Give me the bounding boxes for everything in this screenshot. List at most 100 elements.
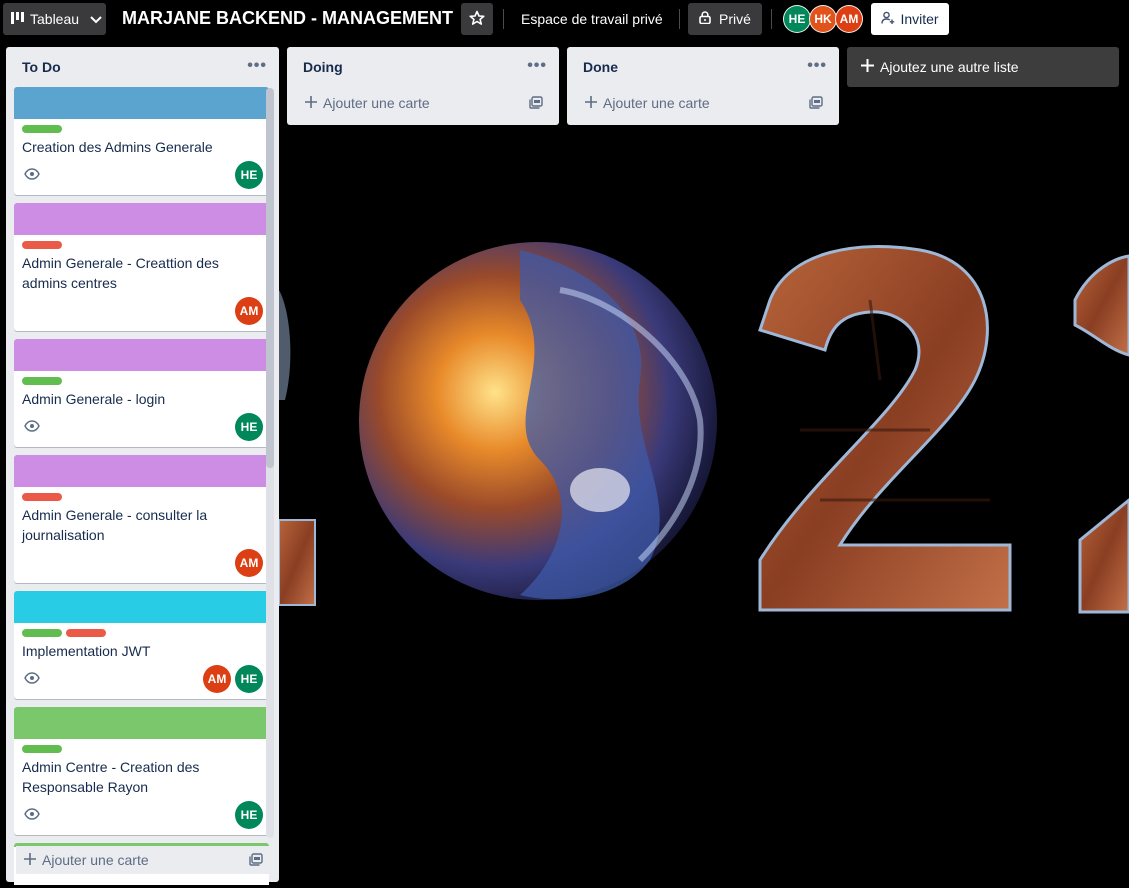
add-card-label: Ajouter une carte bbox=[603, 95, 710, 111]
add-card-label: Ajouter une carte bbox=[323, 95, 430, 111]
card-labels bbox=[22, 745, 62, 753]
avatar[interactable]: AM bbox=[235, 297, 263, 325]
label-green[interactable] bbox=[22, 125, 62, 133]
add-list-button[interactable]: Ajoutez une autre liste bbox=[847, 47, 1119, 87]
more-horizontal-icon[interactable]: ••• bbox=[527, 58, 547, 74]
avatar[interactable]: HE bbox=[783, 5, 811, 33]
plus-icon bbox=[305, 95, 317, 111]
card-labels bbox=[22, 125, 62, 133]
list-header[interactable]: Doing ••• bbox=[287, 47, 559, 87]
more-horizontal-icon[interactable]: ••• bbox=[247, 58, 267, 74]
card-cover bbox=[14, 87, 269, 119]
board-switcher-button[interactable]: Tableau bbox=[3, 3, 106, 35]
card-members: AM bbox=[235, 549, 263, 577]
card[interactable]: Admin Centre - Creation des Responsable … bbox=[14, 707, 269, 835]
label-green[interactable] bbox=[22, 745, 62, 753]
avatar[interactable]: AM bbox=[835, 5, 863, 33]
card-labels bbox=[22, 377, 62, 385]
workspace-label: Espace de travail privé bbox=[521, 11, 663, 27]
label-red[interactable] bbox=[22, 241, 62, 249]
plus-icon bbox=[861, 59, 874, 75]
star-icon bbox=[469, 10, 485, 29]
card[interactable]: Admin Generale - consulter la journalisa… bbox=[14, 455, 269, 583]
card-template-icon[interactable] bbox=[529, 96, 543, 112]
workspace-button[interactable]: Espace de travail privé bbox=[510, 3, 674, 35]
avatar[interactable]: AM bbox=[235, 549, 263, 577]
list-header[interactable]: To Do ••• bbox=[6, 47, 279, 87]
card-labels bbox=[22, 493, 62, 501]
board-switcher-label: Tableau bbox=[30, 11, 80, 27]
card[interactable]: Admin Generale - Creattion des admins ce… bbox=[14, 203, 269, 331]
card-labels bbox=[22, 629, 106, 637]
label-red[interactable] bbox=[66, 629, 106, 637]
add-card-button[interactable]: Ajouter une carte bbox=[16, 846, 269, 874]
visibility-label: Privé bbox=[719, 11, 751, 27]
list-header[interactable]: Done ••• bbox=[567, 47, 839, 87]
chevron-down-icon bbox=[90, 11, 102, 27]
avatar[interactable]: HE bbox=[235, 161, 263, 189]
card-labels bbox=[22, 241, 62, 249]
list-scrollbar[interactable] bbox=[266, 88, 274, 838]
board-header: Tableau MARJANE BACKEND - MANAGEMENT Esp… bbox=[0, 0, 1129, 38]
star-button[interactable] bbox=[461, 3, 493, 35]
avatar[interactable]: HE bbox=[235, 665, 263, 693]
add-card-button[interactable]: Ajouter une carte bbox=[297, 89, 549, 117]
card-title: Creation des Admins Generale bbox=[22, 139, 213, 155]
card[interactable]: Implementation JWT AM HE bbox=[14, 591, 269, 699]
avatar[interactable]: HK bbox=[809, 5, 837, 33]
plus-icon bbox=[585, 95, 597, 111]
invite-button[interactable]: Inviter bbox=[871, 3, 949, 35]
header-divider bbox=[771, 9, 772, 29]
more-horizontal-icon[interactable]: ••• bbox=[807, 58, 827, 74]
card[interactable]: Creation des Admins Generale HE bbox=[14, 87, 269, 195]
label-green[interactable] bbox=[22, 377, 62, 385]
header-divider bbox=[503, 9, 504, 29]
add-card-label: Ajouter une carte bbox=[42, 852, 149, 868]
scrollbar-thumb[interactable] bbox=[266, 88, 274, 468]
card-title: Admin Generale - consulter la journalisa… bbox=[22, 507, 208, 543]
card-list: Creation des Admins Generale HE Admin Ge… bbox=[14, 87, 269, 885]
list-title[interactable]: Done bbox=[583, 59, 618, 75]
card-template-icon[interactable] bbox=[249, 853, 263, 869]
card-cover bbox=[14, 707, 269, 739]
eye-icon bbox=[24, 807, 40, 823]
card-cover bbox=[14, 203, 269, 235]
card-title: Admin Generale - Creattion des admins ce… bbox=[22, 255, 219, 291]
card-members: HE bbox=[235, 161, 263, 189]
label-red[interactable] bbox=[22, 493, 62, 501]
list-doing: Doing ••• Ajouter une carte bbox=[287, 47, 559, 125]
add-list-label: Ajoutez une autre liste bbox=[880, 59, 1019, 75]
add-person-icon bbox=[881, 11, 895, 28]
board-title[interactable]: MARJANE BACKEND - MANAGEMENT bbox=[122, 8, 453, 29]
visibility-button[interactable]: Privé bbox=[688, 3, 762, 35]
invite-label: Inviter bbox=[900, 11, 939, 27]
card-members: AM bbox=[235, 297, 263, 325]
card-cover bbox=[14, 591, 269, 623]
board-icon bbox=[11, 11, 25, 27]
avatar[interactable]: AM bbox=[203, 665, 231, 693]
list-title[interactable]: Doing bbox=[303, 59, 343, 75]
card-cover bbox=[14, 339, 269, 371]
card-cover bbox=[14, 455, 269, 487]
plus-icon bbox=[24, 852, 36, 868]
eye-icon bbox=[24, 419, 40, 435]
eye-icon bbox=[24, 671, 40, 687]
header-divider bbox=[679, 9, 680, 29]
add-card-button[interactable]: Ajouter une carte bbox=[577, 89, 829, 117]
list-title[interactable]: To Do bbox=[22, 59, 61, 75]
card-title: Admin Centre - Creation des Responsable … bbox=[22, 759, 200, 795]
card-template-icon[interactable] bbox=[809, 96, 823, 112]
list-todo: To Do ••• Creation des Admins Generale H… bbox=[6, 47, 279, 885]
card-title: Admin Generale - login bbox=[22, 391, 166, 407]
eye-icon bbox=[24, 167, 40, 183]
avatar[interactable]: HE bbox=[235, 413, 263, 441]
avatar[interactable]: HE bbox=[235, 801, 263, 829]
card-members: AM HE bbox=[203, 665, 263, 693]
card-members: HE bbox=[235, 801, 263, 829]
card-members: HE bbox=[235, 413, 263, 441]
list-done: Done ••• Ajouter une carte bbox=[567, 47, 839, 125]
label-green[interactable] bbox=[22, 629, 62, 637]
lock-icon bbox=[699, 11, 711, 27]
card[interactable]: Admin Generale - login HE bbox=[14, 339, 269, 447]
card-title: Implementation JWT bbox=[22, 643, 151, 659]
